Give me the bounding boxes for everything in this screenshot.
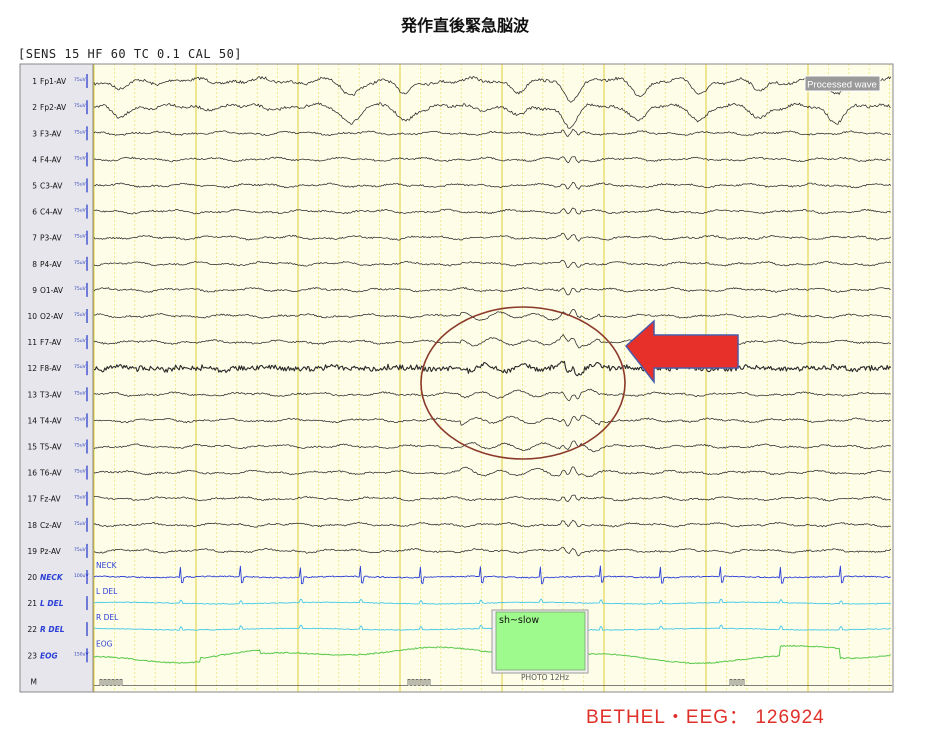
channel-scale: 75uV — [74, 129, 87, 135]
channel-label: F7-AV — [40, 338, 62, 347]
channel-label: NECK — [40, 573, 64, 582]
channel-label: P3-AV — [40, 234, 62, 243]
channel-label: R DEL — [40, 625, 65, 634]
channel-label: Fz-AV — [40, 495, 61, 504]
channel-scale: 75uV — [74, 77, 87, 83]
channel-label: F3-AV — [40, 129, 62, 138]
channel-label: T4-AV — [39, 416, 63, 425]
channel-scale: 75uV — [74, 443, 87, 449]
channel-number: 19 — [27, 547, 37, 556]
trace-label: R DEL — [96, 613, 119, 622]
channel-label: O1-AV — [40, 286, 64, 295]
annotation-popup: sh~slow — [491, 609, 589, 674]
channel-scale: 75uV — [74, 469, 87, 475]
channel-number: 12 — [27, 364, 37, 373]
channel-number: 2 — [32, 103, 37, 112]
channel-number: 21 — [27, 599, 37, 608]
channel-number: 5 — [32, 181, 37, 190]
channel-label: Cz-AV — [40, 521, 62, 530]
channel-scale: 75uV — [74, 312, 87, 318]
channel-scale: 75uV — [74, 547, 87, 553]
channel-number: 11 — [27, 338, 37, 347]
channel-label: O2-AV — [40, 312, 64, 321]
channel-label: EOG — [40, 651, 58, 660]
channel-number: 18 — [27, 521, 37, 530]
eeg-chart: 1 Fp1-AV 75uV2 Fp2-AV 75uV3 F3-AV 75uV4 F4-AV 75… — [19, 63, 894, 693]
channel-number: 16 — [27, 469, 37, 478]
channel-scale: 75uV — [74, 338, 87, 344]
processed-wave-label: Processed wave — [807, 80, 877, 91]
channel-number: 8 — [32, 260, 37, 269]
channel-scale: 75uV — [74, 181, 87, 187]
channel-scale: 75uV — [74, 208, 87, 214]
channel-label: C4-AV — [40, 208, 63, 217]
channel-label: Pz-AV — [40, 547, 62, 556]
channel-scale: 75uV — [74, 103, 87, 109]
recording-id: BETHEL・EEG： 126924 — [586, 707, 825, 728]
channel-number: 23 — [27, 651, 37, 660]
channel-number: 20 — [27, 573, 37, 582]
channel-number: 17 — [27, 495, 37, 504]
channel-label: T3-AV — [39, 390, 63, 399]
channel-number: 13 — [27, 390, 37, 399]
channel-label: C3-AV — [40, 181, 63, 190]
trace-label: EOG — [96, 639, 113, 648]
processed-wave-badge: Processed wave — [804, 75, 881, 92]
channel-label: T6-AV — [39, 469, 63, 478]
channel-scale: 75uV — [74, 286, 87, 292]
channel-label: Fp2-AV — [40, 103, 67, 112]
channel-label: T5-AV — [39, 443, 63, 452]
channel-number: 7 — [32, 234, 37, 243]
channel-scale: 75uV — [74, 260, 87, 266]
channel-number: 15 — [27, 443, 37, 452]
channel-scale: 75uV — [74, 521, 87, 527]
channel-number: 14 — [27, 416, 37, 425]
channel-scale: 75uV — [74, 416, 87, 422]
channel-number: 4 — [32, 155, 37, 164]
channel-scale: 75uV — [74, 364, 87, 370]
channel-scale: 75uV — [74, 155, 87, 161]
trace-label: L DEL — [96, 587, 118, 596]
popup-text: sh~slow — [499, 615, 539, 626]
channel-number: M — [31, 677, 37, 686]
channel-label: Fp1-AV — [40, 77, 67, 86]
trace-label: NECK — [96, 561, 118, 570]
channel-label: F8-AV — [40, 364, 62, 373]
photic-label: PHOTO 12Hz — [521, 673, 569, 682]
channel-scale: 75uV — [74, 495, 87, 501]
channel-number: 1 — [32, 77, 37, 86]
channel-label: F4-AV — [40, 155, 62, 164]
channel-scale: 75uV — [74, 234, 87, 240]
channel-number: 22 — [27, 625, 37, 634]
channel-number: 10 — [27, 312, 37, 321]
channel-label: L DEL — [40, 599, 64, 608]
channel-label: P4-AV — [40, 260, 62, 269]
channel-number: 6 — [32, 208, 37, 217]
channel-number: 9 — [32, 286, 37, 295]
channel-scale: 75uV — [74, 390, 87, 396]
channel-number: 3 — [32, 129, 37, 138]
